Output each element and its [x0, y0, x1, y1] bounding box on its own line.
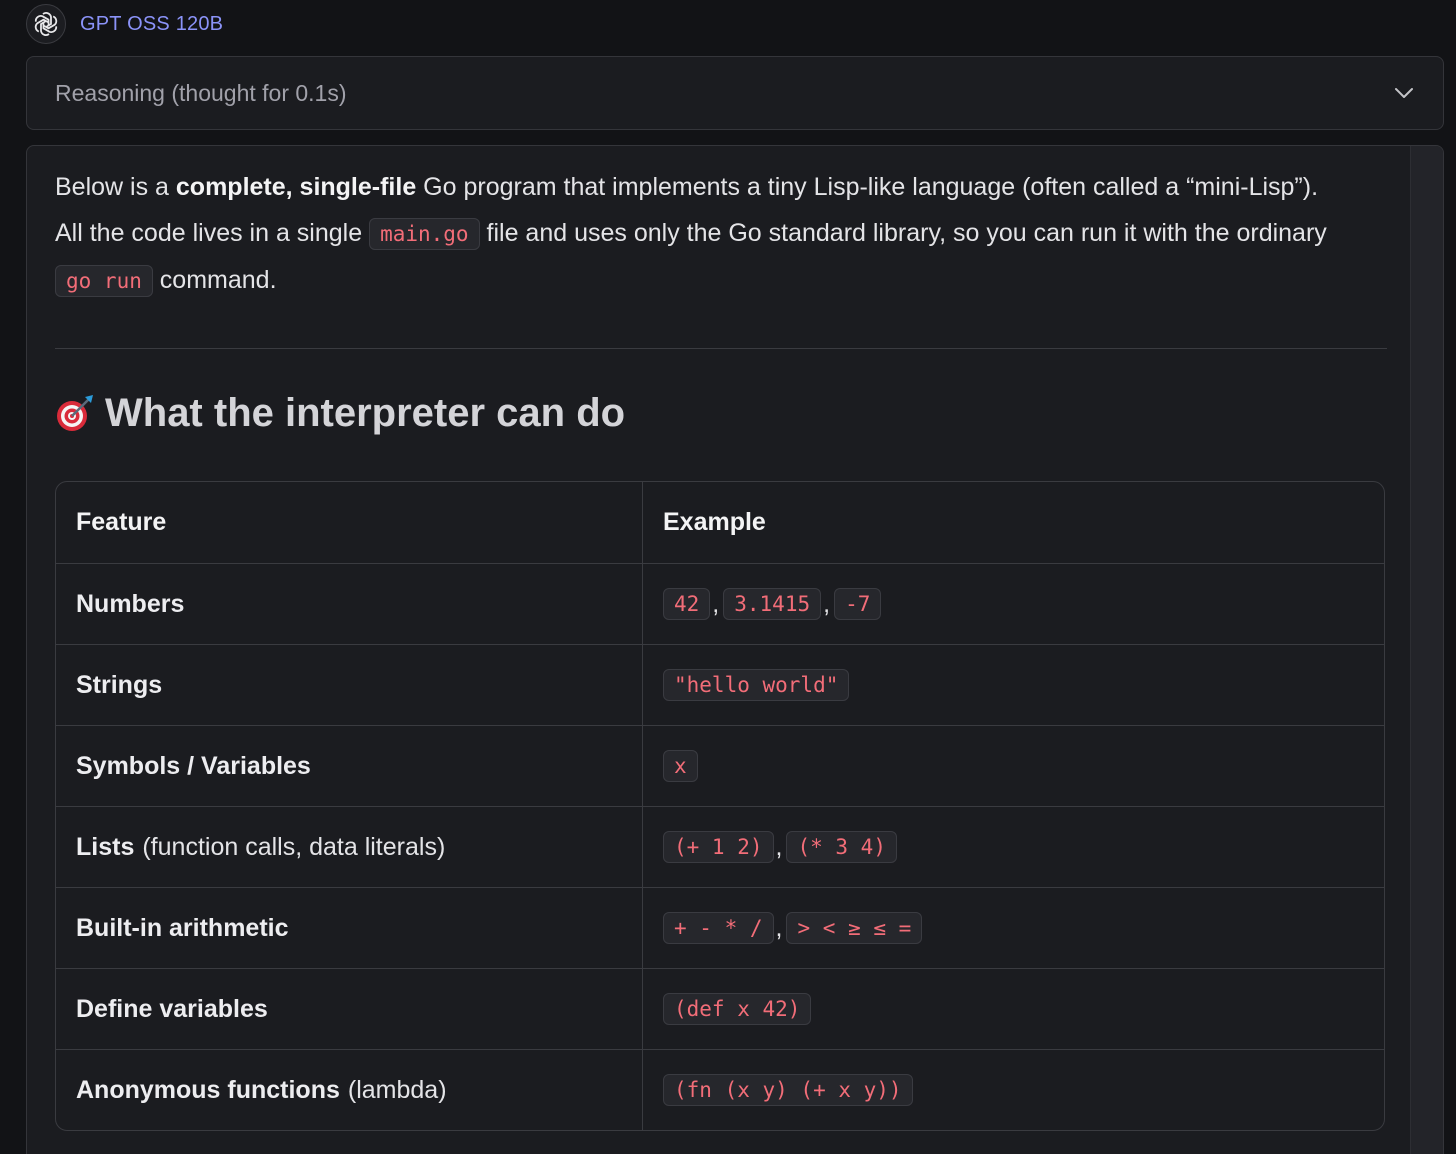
feature-cell: Strings — [56, 645, 643, 725]
example-code: (fn (x y) (+ x y)) — [663, 1074, 913, 1106]
model-name: GPT OSS 120B — [80, 12, 224, 35]
feature-cell: Anonymous functions (lambda) — [56, 1050, 643, 1130]
header-example: Example — [663, 508, 766, 536]
example-cell: x — [643, 726, 1384, 806]
scrollbar[interactable] — [1410, 146, 1443, 1154]
example-code: 3.1415 — [723, 588, 822, 620]
reasoning-label: Reasoning (thought for 0.1s) — [55, 79, 347, 106]
separator: , — [775, 913, 783, 942]
example-cell: "hello world" — [643, 645, 1384, 725]
feature-name: Built-in arithmetic — [76, 913, 289, 942]
example-cell: (fn (x y) (+ x y)) — [643, 1050, 1384, 1130]
divider — [55, 348, 1387, 349]
feature-name: Numbers — [76, 589, 185, 618]
feature-name: Strings — [76, 670, 163, 699]
example-code: "hello world" — [663, 669, 850, 701]
example-cell: (+ 1 2), (* 3 4) — [643, 807, 1384, 887]
chevron-down-icon[interactable] — [1393, 82, 1415, 104]
example-code: 42 — [663, 588, 711, 620]
separator: , — [775, 832, 783, 861]
feature-name: Define variables — [76, 994, 268, 1023]
feature-note: (function calls, data literals) — [142, 832, 446, 861]
intro-text: command. — [152, 266, 277, 294]
example-code: > < ≥ ≤ = — [786, 912, 923, 944]
intro-text: All the code lives in a single — [55, 219, 370, 247]
feature-cell: Built-in arithmetic — [56, 888, 643, 968]
reasoning-toggle[interactable]: Reasoning (thought for 0.1s) — [26, 56, 1444, 130]
chat-view: GPT OSS 120B Reasoning (thought for 0.1s… — [0, 0, 1456, 1154]
table-header-row: Feature Example — [56, 482, 1384, 563]
example-code: + - * / — [663, 912, 774, 944]
intro-text: Below is a — [55, 173, 176, 201]
feature-table: Feature Example Numbers 42, 3.1415, -7 Strin… — [55, 481, 1385, 1131]
header-feature: Feature — [76, 508, 167, 536]
feature-name: Anonymous functions — [76, 1075, 340, 1104]
table-row: Lists (function calls, data literals) (+ 1… — [56, 806, 1384, 887]
table-row: Strings "hello world" — [56, 644, 1384, 725]
example-code: (* 3 4) — [786, 831, 897, 863]
separator: , — [712, 589, 720, 618]
feature-note: (lambda) — [347, 1075, 447, 1104]
message-content: Below is a complete, single-file Go prog… — [55, 164, 1387, 1131]
feature-cell: Lists (function calls, data literals) — [56, 807, 643, 887]
example-code: x — [663, 750, 698, 782]
feature-cell: Symbols / Variables — [56, 726, 643, 806]
table-row: Built-in arithmetic + - * /, > < ≥ ≤ = — [56, 887, 1384, 968]
table-header-cell: Example — [643, 482, 1384, 563]
table-header-cell: Feature — [56, 482, 643, 563]
example-code: (def x 42) — [663, 993, 812, 1025]
example-cell: + - * /, > < ≥ ≤ = — [643, 888, 1384, 968]
assistant-message: Below is a complete, single-file Go prog… — [26, 145, 1444, 1154]
intro-paragraph-1: Below is a complete, single-file Go prog… — [55, 164, 1387, 210]
inline-code: go run — [55, 265, 153, 297]
example-code: -7 — [834, 588, 882, 620]
target-dart-icon — [55, 393, 95, 433]
section-heading: What the interpreter can do — [55, 389, 1387, 437]
table-row: Numbers 42, 3.1415, -7 — [56, 563, 1384, 644]
intro-text: file and uses only the Go standard libra… — [479, 219, 1327, 247]
feature-cell: Numbers — [56, 564, 643, 644]
separator: , — [823, 589, 831, 618]
intro-bold: complete, single-file — [175, 173, 417, 201]
example-cell: 42, 3.1415, -7 — [643, 564, 1384, 644]
section-title: What the interpreter can do — [105, 390, 626, 435]
table-row: Define variables (def x 42) — [56, 968, 1384, 1049]
table-row: Symbols / Variables x — [56, 725, 1384, 806]
model-header: GPT OSS 120B — [26, 4, 223, 44]
example-code: (+ 1 2) — [663, 831, 774, 863]
intro-text: Go program that implements a tiny Lisp-l… — [416, 173, 1319, 201]
inline-code: main.go — [369, 218, 480, 250]
example-cell: (def x 42) — [643, 969, 1384, 1049]
table-row: Anonymous functions (lambda) (fn (x y) (+ … — [56, 1049, 1384, 1130]
feature-name: Symbols / Variables — [76, 751, 311, 780]
intro-paragraph-2: All the code lives in a single main.go f… — [55, 210, 1387, 304]
openai-logo-icon — [26, 4, 66, 44]
feature-cell: Define variables — [56, 969, 643, 1049]
feature-name: Lists — [76, 832, 135, 861]
